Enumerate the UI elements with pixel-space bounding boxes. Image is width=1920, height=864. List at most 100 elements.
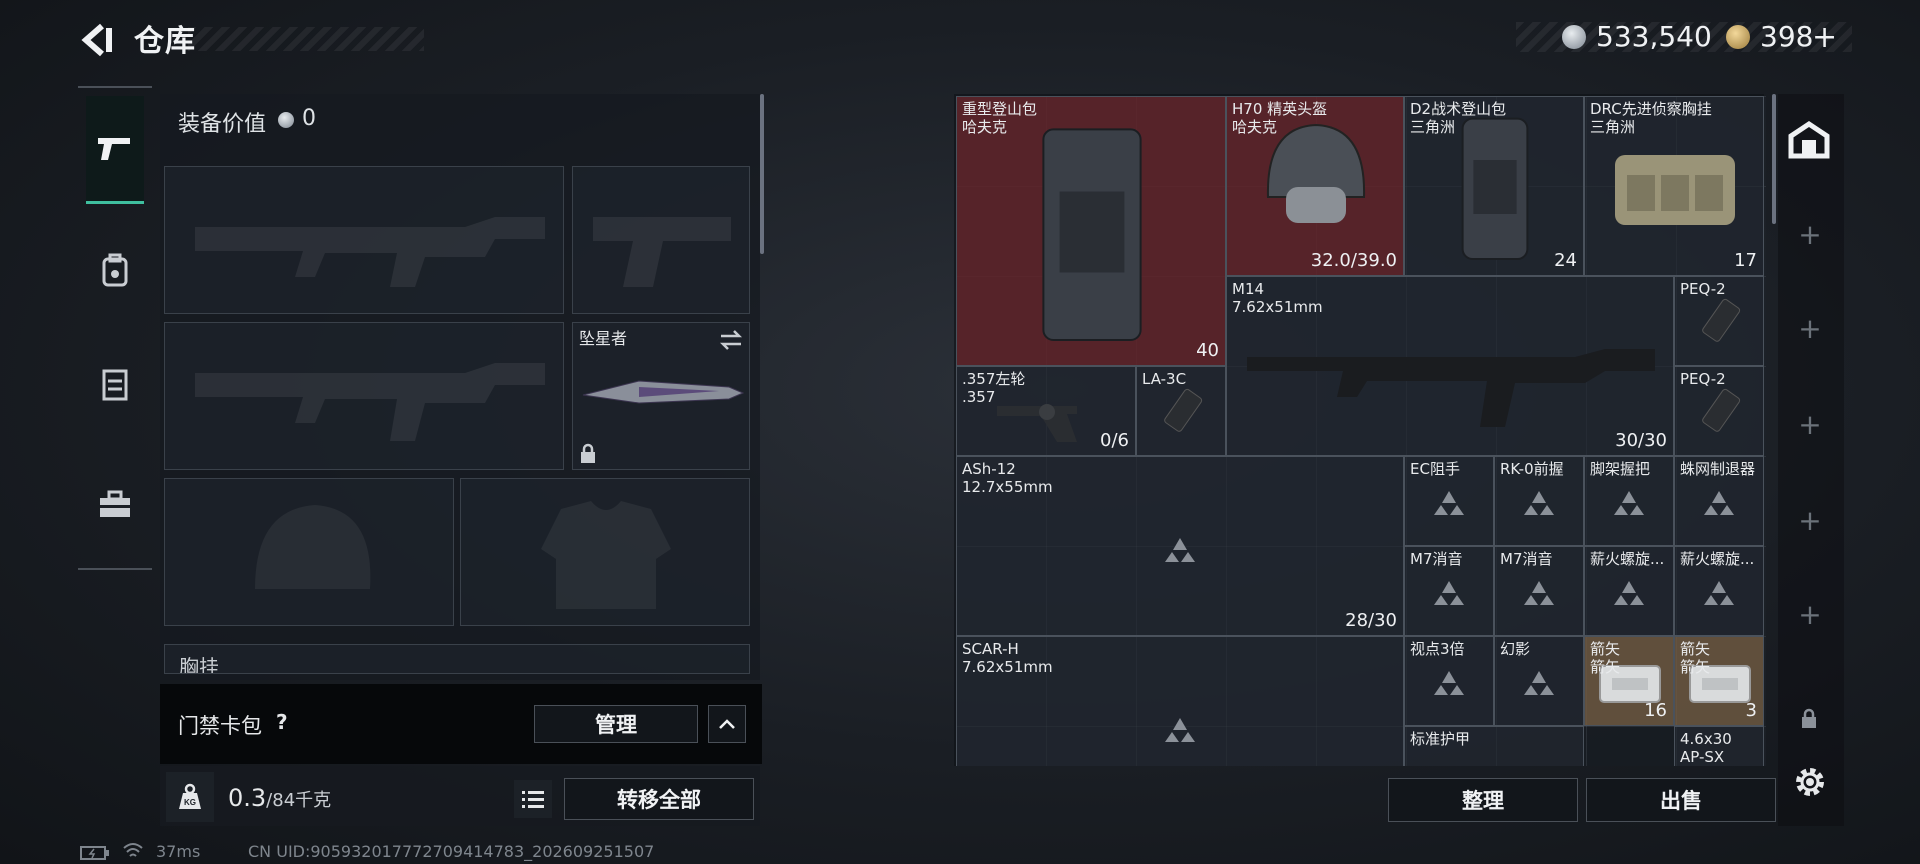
melee-slot[interactable]: 坠星者 bbox=[572, 322, 750, 470]
item-name: RK-0前握 bbox=[1500, 460, 1564, 478]
settings-gear-icon[interactable] bbox=[1790, 762, 1830, 802]
armor-slot[interactable] bbox=[460, 478, 750, 626]
help-icon[interactable]: ? bbox=[276, 710, 288, 734]
storage-item[interactable]: EC阻手 bbox=[1404, 456, 1494, 546]
item-count: 24 bbox=[1554, 250, 1577, 271]
pistol-slot[interactable] bbox=[572, 166, 750, 314]
add-storage-tab-button[interactable]: + bbox=[1795, 312, 1825, 345]
item-name: M7消音 bbox=[1410, 550, 1463, 568]
sort-button[interactable]: 整理 bbox=[1388, 778, 1578, 822]
backpack-icon bbox=[102, 253, 128, 287]
storage-item[interactable]: 幻影 bbox=[1494, 636, 1584, 726]
item-name: 4.6x30 AP-SX bbox=[1680, 730, 1732, 766]
storage-item[interactable]: D2战术登山包 三角洲 24 bbox=[1404, 96, 1584, 276]
item-count: 16 bbox=[1644, 700, 1667, 721]
item-name: EC阻手 bbox=[1410, 460, 1460, 478]
storage-item[interactable]: RK-0前握 bbox=[1494, 456, 1584, 546]
item-name: PEQ-2 bbox=[1680, 370, 1726, 388]
item-name: 箭矢 箭矢 bbox=[1680, 640, 1711, 676]
storage-item[interactable]: DRC先进侦察胸挂 三角洲 17 bbox=[1584, 96, 1764, 276]
list-view-button[interactable] bbox=[514, 780, 552, 818]
swap-icon[interactable] bbox=[719, 329, 743, 351]
item-name: ASh-12 12.7x55mm bbox=[962, 460, 1053, 496]
storage-item[interactable]: 重型登山包 哈夫克 40 bbox=[956, 96, 1226, 366]
item-name: SCAR-H 7.62x51mm bbox=[962, 640, 1053, 676]
item-name: M14 7.62x51mm bbox=[1232, 280, 1323, 316]
ping-value: 37ms bbox=[156, 842, 201, 861]
tab-weapons[interactable] bbox=[86, 96, 144, 204]
storage-item[interactable]: 标准护甲 bbox=[1404, 726, 1584, 766]
expand-button[interactable] bbox=[708, 705, 746, 743]
storage-item[interactable]: PEQ-2 bbox=[1674, 276, 1764, 366]
item-subtitle: 三角洲 bbox=[1590, 118, 1636, 136]
storage-scrollbar[interactable] bbox=[1772, 94, 1776, 224]
add-currency-button[interactable]: + bbox=[1812, 20, 1837, 55]
tab-vest[interactable] bbox=[86, 330, 144, 438]
sell-button[interactable]: 出售 bbox=[1586, 778, 1776, 822]
add-storage-tab-button[interactable]: + bbox=[1795, 504, 1825, 537]
storage-item[interactable]: 蛛网制退器 bbox=[1674, 456, 1764, 546]
add-storage-tab-button[interactable]: + bbox=[1795, 218, 1825, 251]
storage-item[interactable]: M7消音 bbox=[1494, 546, 1584, 636]
storage-item[interactable]: 薪火螺旋... bbox=[1674, 546, 1764, 636]
storage-item[interactable]: 箭矢 箭矢 3 bbox=[1674, 636, 1764, 726]
storage-item[interactable]: M7消音 bbox=[1404, 546, 1494, 636]
rifle-silhouette-icon bbox=[195, 217, 545, 287]
tab-toolbox[interactable] bbox=[86, 450, 144, 558]
keycard-label: 门禁卡包 bbox=[178, 714, 262, 738]
item-count: 32.0/39.0 bbox=[1310, 250, 1397, 271]
item-subtitle: .357 bbox=[962, 388, 996, 406]
transfer-all-button[interactable]: 转移全部 bbox=[564, 778, 754, 820]
back-arrow-icon[interactable] bbox=[80, 22, 114, 58]
storage-item[interactable]: 4.6x30 AP-SX bbox=[1674, 726, 1764, 766]
toolbox-icon bbox=[100, 490, 130, 517]
placeholder-icon bbox=[1434, 670, 1464, 695]
add-storage-tab-button[interactable]: + bbox=[1795, 598, 1825, 631]
storage-item[interactable]: 箭矢 箭矢 16 bbox=[1584, 636, 1674, 726]
manage-button[interactable]: 管理 bbox=[534, 705, 698, 743]
equipment-value: 0 bbox=[302, 106, 316, 131]
storage-item[interactable]: 薪火螺旋... bbox=[1584, 546, 1674, 636]
item-name: 薪火螺旋... bbox=[1590, 550, 1665, 568]
lock-icon bbox=[581, 443, 595, 463]
item-count: 0/6 bbox=[1100, 430, 1129, 451]
silver-coin-icon bbox=[278, 112, 294, 128]
storage-item[interactable]: M14 7.62x51mm 30/30 bbox=[1226, 276, 1674, 456]
secondary-weapon-slot[interactable] bbox=[164, 322, 564, 470]
pistol-icon bbox=[98, 137, 130, 160]
vest-icon bbox=[102, 369, 128, 401]
weight-current: 0.3 bbox=[228, 784, 267, 812]
tab-backpack[interactable] bbox=[86, 216, 144, 324]
item-subtitle: 箭矢 bbox=[1680, 658, 1711, 676]
item-count: 28/30 bbox=[1345, 610, 1397, 631]
item-name: D2战术登山包 三角洲 bbox=[1410, 100, 1507, 136]
storage-item[interactable]: 脚架握把 bbox=[1584, 456, 1674, 546]
item-name: PEQ-2 bbox=[1680, 280, 1726, 298]
chest-rig-slot[interactable]: 胸挂 bbox=[164, 644, 750, 674]
weight-max: /84千克 bbox=[266, 790, 332, 811]
storage-item[interactable]: PEQ-2 bbox=[1674, 366, 1764, 456]
backpack-icon bbox=[1042, 128, 1142, 342]
storage-item[interactable]: SCAR-H 7.62x51mm bbox=[956, 636, 1404, 766]
list-icon bbox=[522, 791, 544, 808]
storage-item[interactable]: ASh-12 12.7x55mm 28/30 bbox=[956, 456, 1404, 636]
helmet-slot[interactable] bbox=[164, 478, 454, 626]
add-storage-tab-button[interactable]: + bbox=[1795, 408, 1825, 441]
pistol-silhouette-icon bbox=[593, 217, 731, 287]
storage-item[interactable]: LA-3C bbox=[1136, 366, 1226, 456]
storage-grid: 重型登山包 哈夫克 40 H70 精英头盔 哈夫克 32.0/39.0 D2战术登山包 三角洲… bbox=[956, 96, 1766, 766]
storage-item[interactable]: H70 精英头盔 哈夫克 32.0/39.0 bbox=[1226, 96, 1404, 276]
storage-item[interactable]: .357左轮 .357 0/6 bbox=[956, 366, 1136, 456]
item-subtitle: 三角洲 bbox=[1410, 118, 1456, 136]
item-name: LA-3C bbox=[1142, 370, 1187, 388]
item-subtitle: 哈夫克 bbox=[1232, 118, 1278, 136]
storage-home-tab[interactable] bbox=[1788, 120, 1830, 164]
placeholder-icon bbox=[1165, 537, 1195, 562]
storage-item[interactable]: 视点3倍 bbox=[1404, 636, 1494, 726]
chest-rig-label: 胸挂 bbox=[179, 655, 219, 674]
equipment-scrollbar[interactable] bbox=[760, 94, 764, 254]
primary-weapon-slot[interactable] bbox=[164, 166, 564, 314]
page-title: 仓库 bbox=[134, 24, 196, 59]
item-count: 3 bbox=[1745, 700, 1757, 721]
battery-icon bbox=[80, 846, 109, 860]
